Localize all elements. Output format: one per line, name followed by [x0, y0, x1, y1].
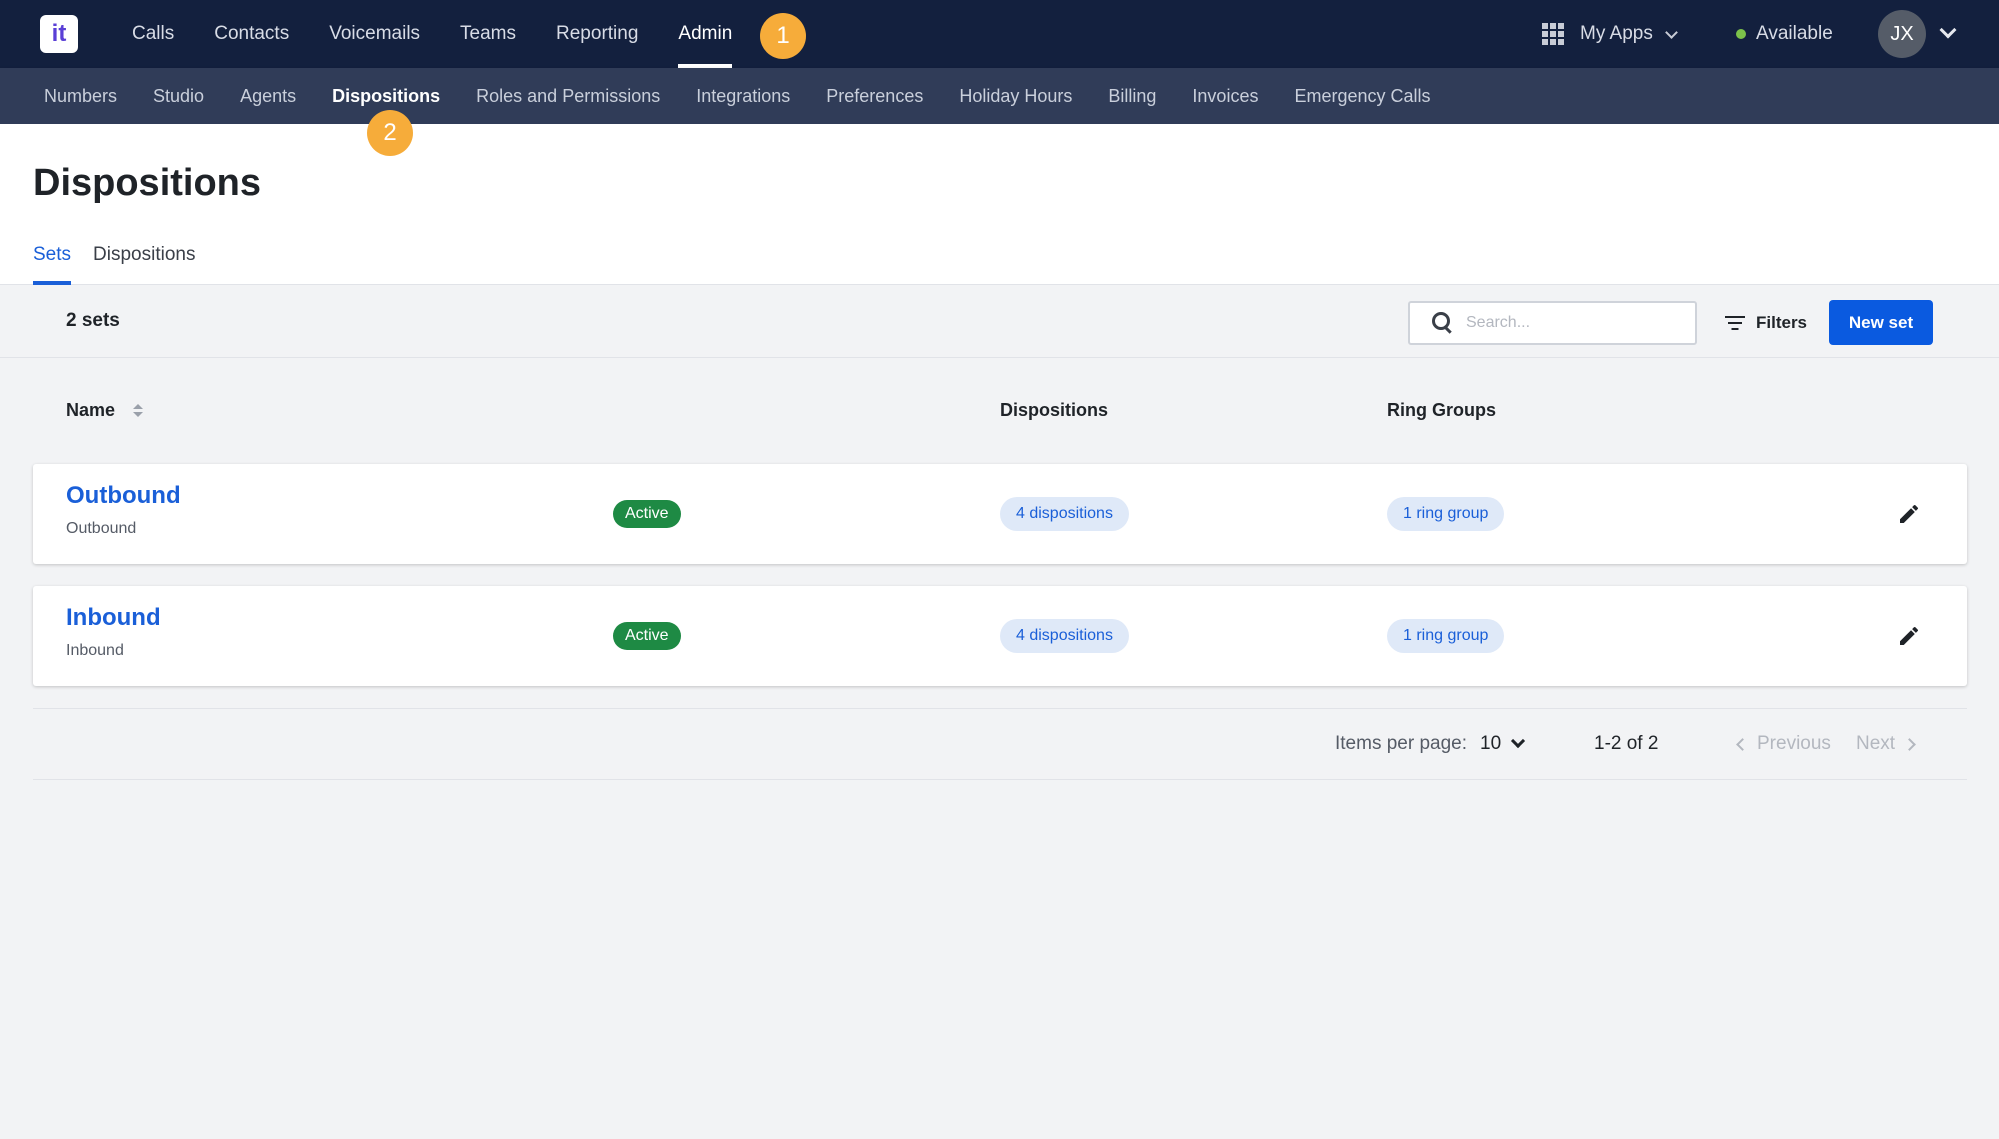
subnav-item-invoices[interactable]: Invoices [1174, 68, 1276, 124]
filter-icon [1724, 315, 1746, 331]
next-page-button[interactable]: Next [1856, 733, 1916, 755]
edit-icon[interactable] [1897, 502, 1921, 526]
subnav-item-preferences[interactable]: Preferences [808, 68, 941, 124]
apps-grid-icon [1542, 23, 1564, 45]
logo-text: it [51, 20, 67, 47]
my-apps-menu[interactable]: My Apps [1542, 18, 1678, 50]
user-avatar[interactable]: JX [1878, 10, 1926, 58]
pagination-divider-top [33, 708, 1967, 709]
search-input[interactable] [1466, 314, 1666, 332]
availability-status[interactable]: Available [1736, 18, 1833, 50]
search-icon [1432, 312, 1454, 334]
status-label: Available [1756, 23, 1833, 44]
set-name-link[interactable]: Outbound [66, 482, 181, 510]
step-badge-2: 2 [367, 110, 413, 156]
subnav-item-emergency-calls[interactable]: Emergency Calls [1276, 68, 1448, 124]
items-per-page-label: Items per page: [1335, 733, 1468, 754]
chevron-right-icon [1903, 737, 1916, 751]
chevron-left-icon [1736, 737, 1749, 751]
chevron-down-icon [1511, 733, 1526, 749]
subnav-item-numbers[interactable]: Numbers [26, 68, 135, 124]
filters-button[interactable]: Filters [1724, 304, 1807, 342]
nav-item-teams[interactable]: Teams [440, 0, 536, 68]
set-name-link[interactable]: Inbound [66, 604, 161, 632]
items-per-page-select[interactable]: 10 [1480, 733, 1526, 755]
pagination-range: 1-2 of 2 [1594, 733, 1659, 754]
column-header-name-label: Name [66, 400, 116, 420]
nav-item-voicemails[interactable]: Voicemails [309, 0, 440, 68]
subnav-item-studio[interactable]: Studio [135, 68, 222, 124]
ring-groups-count-pill[interactable]: 1 ring group [1387, 497, 1505, 531]
search-box[interactable] [1408, 301, 1697, 345]
sets-count: 2 sets [66, 310, 120, 331]
chevron-down-icon [1665, 25, 1678, 39]
status-badge: Active [613, 500, 681, 528]
nav-item-contacts[interactable]: Contacts [194, 0, 309, 68]
nav-item-reporting[interactable]: Reporting [536, 0, 658, 68]
previous-page-button[interactable]: Previous [1736, 733, 1831, 755]
primary-nav: Calls Contacts Voicemails Teams Reportin… [112, 0, 752, 68]
user-menu-chevron-icon[interactable] [1939, 21, 1957, 39]
tab-sets[interactable]: Sets [33, 234, 72, 285]
pagination-divider-bottom [33, 779, 1967, 780]
dispositions-count-pill[interactable]: 4 dispositions [1000, 619, 1129, 653]
top-nav-bar: it Calls Contacts Voicemails Teams Repor… [0, 0, 1999, 68]
set-description: Inbound [66, 642, 124, 659]
admin-subnav-bar: Numbers Studio Agents Dispositions Roles… [0, 68, 1999, 124]
subnav-item-billing[interactable]: Billing [1090, 68, 1174, 124]
subnav-item-roles-and-permissions[interactable]: Roles and Permissions [458, 68, 678, 124]
column-header-ring-groups: Ring Groups [1387, 400, 1496, 420]
nav-item-admin[interactable]: Admin [658, 0, 752, 68]
list-toolbar: 2 sets Filters New set [0, 286, 1999, 358]
dispositions-count-pill[interactable]: 4 dispositions [1000, 497, 1129, 531]
subnav-item-holiday-hours[interactable]: Holiday Hours [941, 68, 1090, 124]
status-badge: Active [613, 622, 681, 650]
edit-icon[interactable] [1897, 624, 1921, 648]
new-set-button[interactable]: New set [1829, 300, 1933, 345]
step-badge-1: 1 [760, 13, 806, 59]
page-title: Dispositions [33, 162, 262, 204]
nav-item-calls[interactable]: Calls [112, 0, 194, 68]
app-logo[interactable]: it [40, 15, 78, 53]
next-label: Next [1856, 733, 1896, 754]
page-header: Dispositions Sets Dispositions [0, 124, 1999, 285]
sort-icon[interactable] [133, 403, 144, 419]
column-header-name[interactable]: Name [66, 400, 144, 421]
my-apps-label: My Apps [1580, 23, 1653, 44]
ring-groups-count-pill[interactable]: 1 ring group [1387, 619, 1505, 653]
set-description: Outbound [66, 520, 137, 537]
items-per-page-value: 10 [1480, 733, 1502, 754]
column-header-dispositions: Dispositions [1000, 400, 1109, 420]
table-row[interactable]: Outbound Outbound Active 4 dispositions … [33, 464, 1967, 564]
subnav-item-agents[interactable]: Agents [222, 68, 314, 124]
previous-label: Previous [1757, 733, 1831, 754]
page-tabs: Sets Dispositions [33, 234, 217, 285]
tab-dispositions[interactable]: Dispositions [93, 234, 195, 285]
table-row[interactable]: Inbound Inbound Active 4 dispositions 1 … [33, 586, 1967, 686]
status-dot-icon [1736, 29, 1746, 39]
subnav-item-integrations[interactable]: Integrations [678, 68, 808, 124]
filters-label: Filters [1756, 313, 1808, 332]
admin-subnav: Numbers Studio Agents Dispositions Roles… [26, 68, 1449, 124]
